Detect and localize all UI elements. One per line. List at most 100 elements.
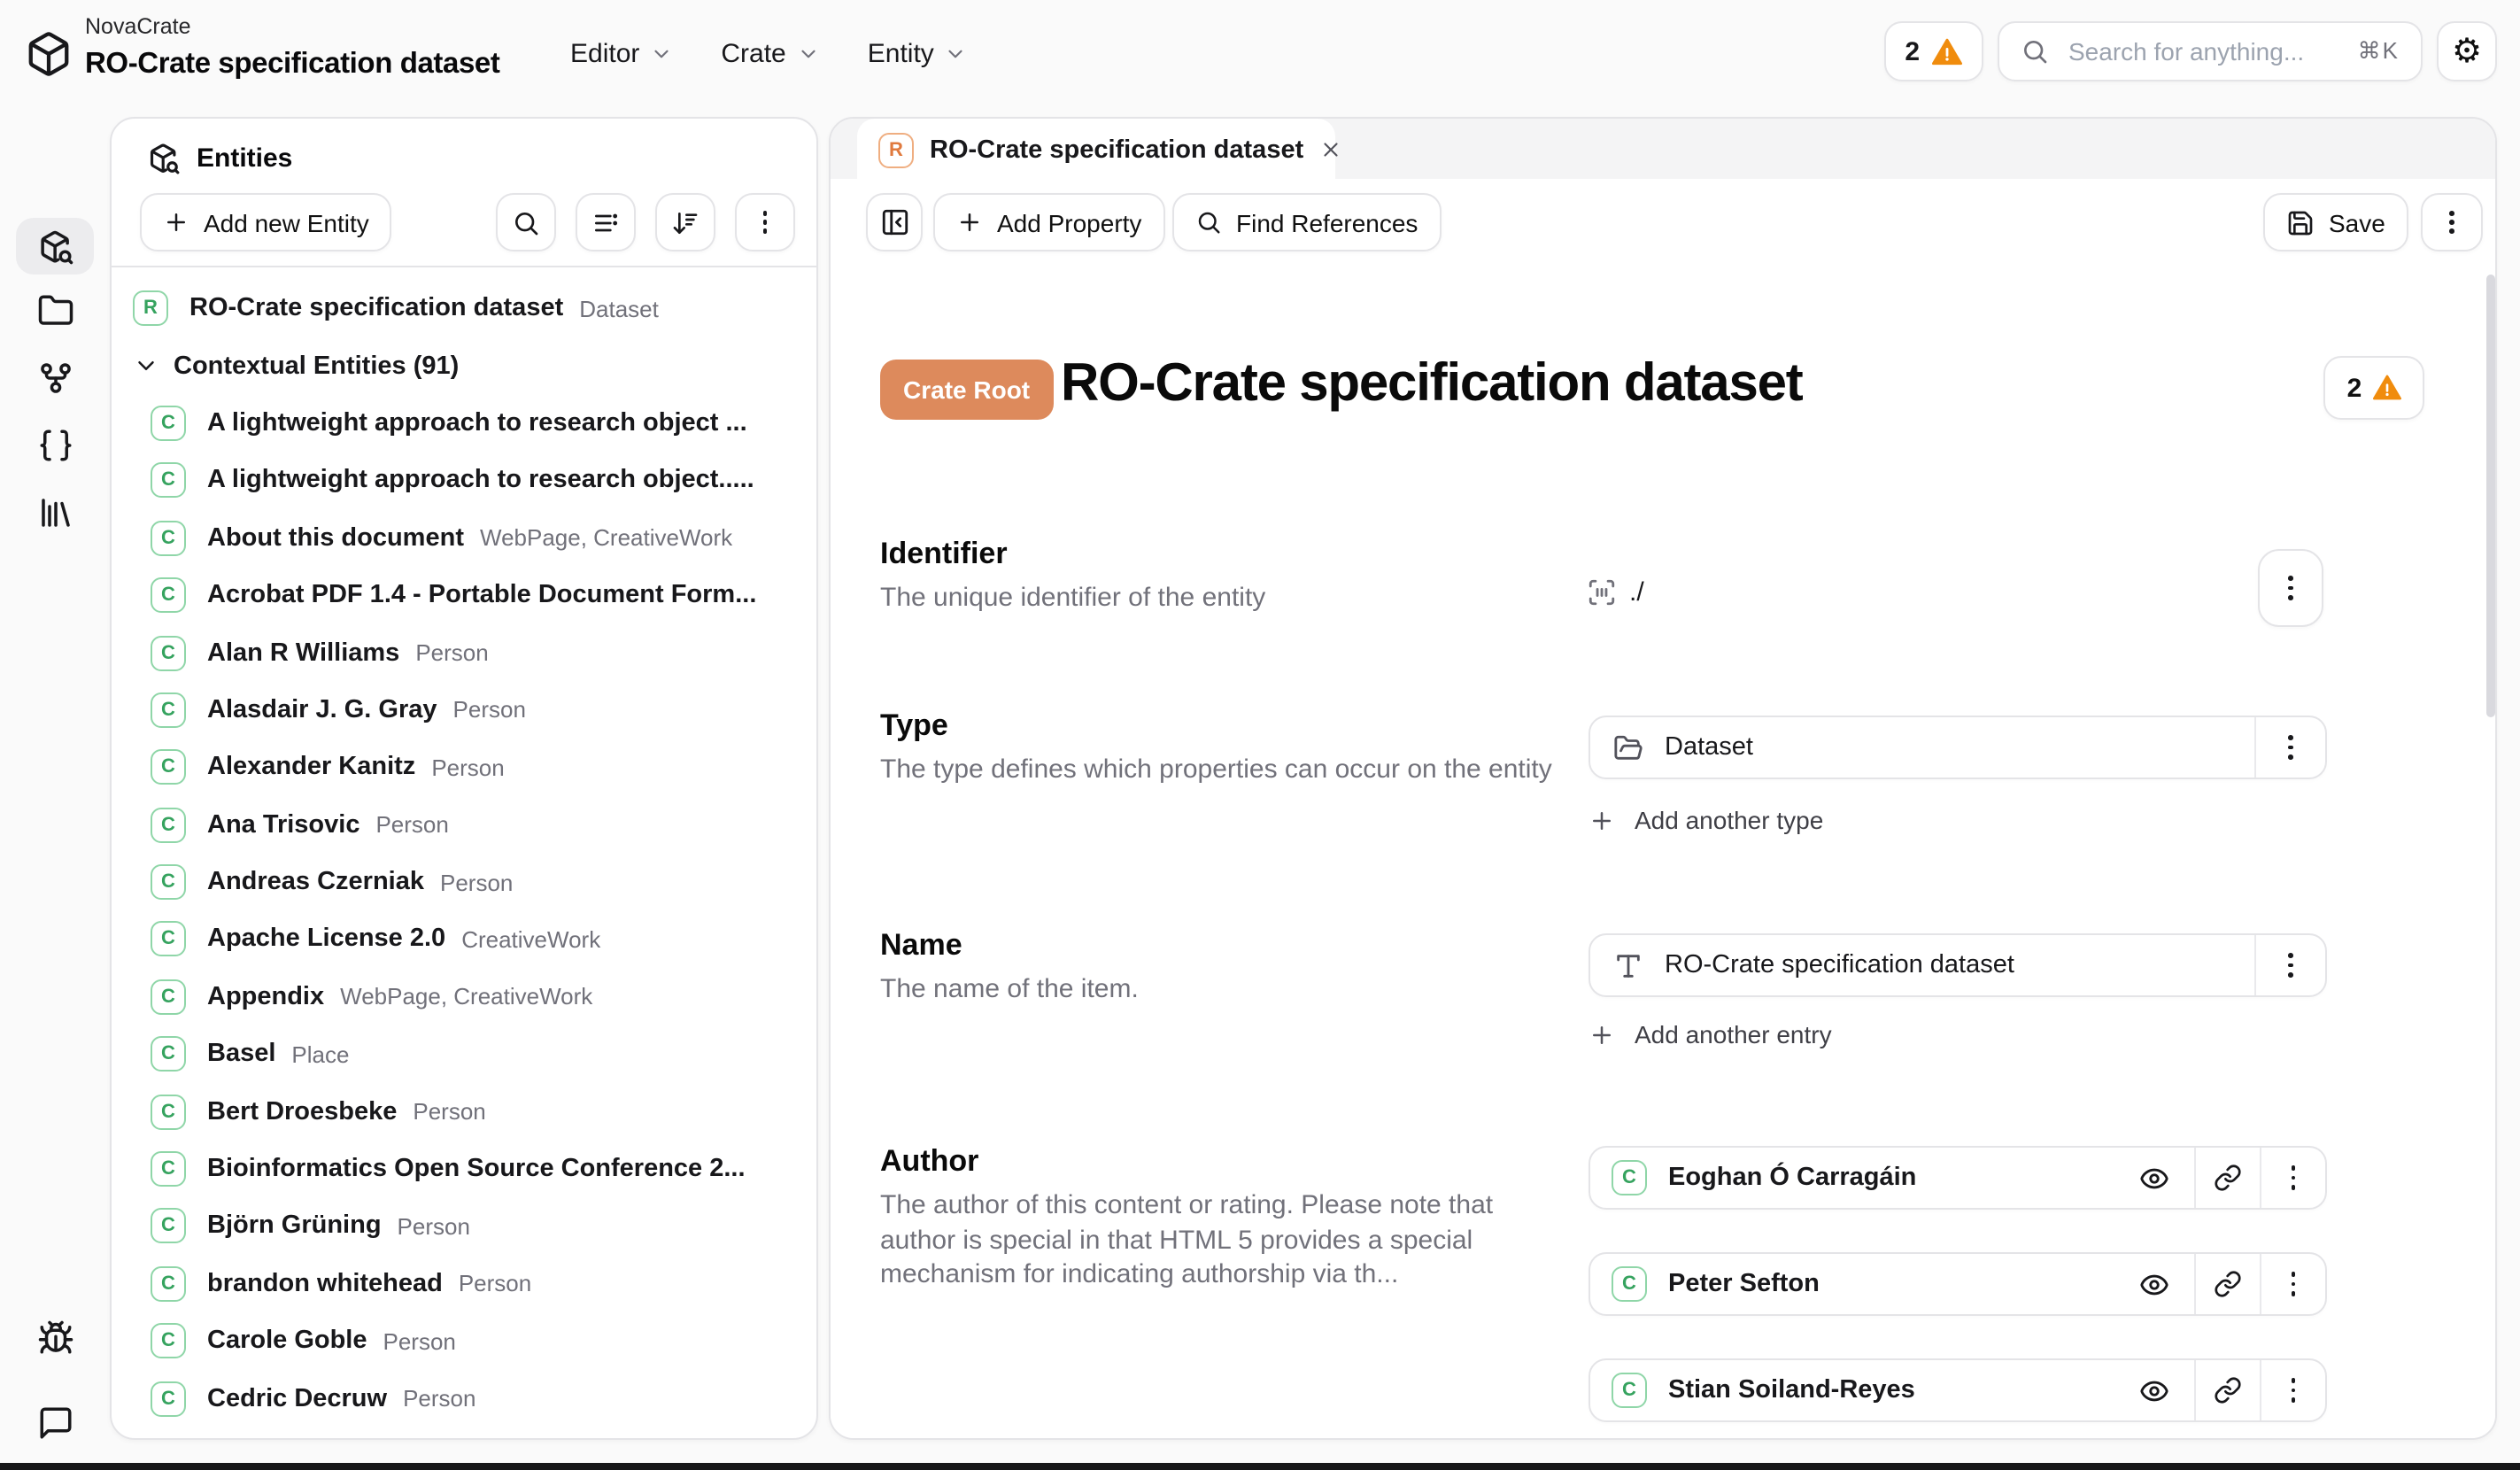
global-search[interactable]: ⌘K [1998, 21, 2423, 81]
entity-row[interactable]: C Ana Trisovic Person [112, 796, 816, 854]
type-description: The type defines which properties can oc… [880, 753, 1560, 787]
entity-types: Dataset [579, 295, 659, 321]
author-link-button[interactable] [2196, 1254, 2260, 1314]
entity-name: Acrobat PDF 1.4 - Portable Document Form… [207, 581, 756, 609]
link-icon [2214, 1270, 2242, 1298]
entity-row[interactable]: C Carole Goble Person [112, 1312, 816, 1370]
add-another-type-button[interactable]: Add another type [1589, 804, 1823, 836]
editor-more-button[interactable] [2421, 193, 2483, 251]
eye-icon[interactable] [2139, 1163, 2169, 1193]
name-more-button[interactable] [2256, 935, 2325, 995]
entity-name: RO-Crate specification dataset [189, 294, 563, 322]
author-name: Stian Soiland-Reyes [1668, 1376, 2139, 1404]
save-button[interactable]: Save [2263, 193, 2408, 251]
rail-item-files[interactable] [16, 282, 94, 338]
rail-item-feedback[interactable] [16, 1394, 94, 1451]
entity-row[interactable]: C Acrobat PDF 1.4 - Portable Document Fo… [112, 567, 816, 624]
editor-scrollbar[interactable] [2486, 275, 2495, 717]
author-more-button[interactable] [2261, 1254, 2325, 1314]
menu-entity[interactable]: Entity [868, 39, 968, 69]
name-value-box[interactable]: RO-Crate specification dataset [1589, 933, 2327, 997]
entity-row[interactable]: C Björn Grüning Person [112, 1198, 816, 1256]
entity-row[interactable]: C Apache License 2.0 CreativeWork [112, 911, 816, 969]
search-icon [512, 208, 540, 236]
header-warnings-button[interactable]: 2 [1883, 21, 1983, 81]
settings-button[interactable]: ⚙ [2437, 21, 2497, 81]
entity-row[interactable]: C Andreas Czerniak Person [112, 854, 816, 911]
rail-item-debug[interactable] [16, 1309, 94, 1366]
search-input[interactable] [2065, 35, 2342, 67]
kebab-icon [2288, 735, 2293, 759]
entity-name: Apache License 2.0 [207, 925, 445, 954]
entities-more-button[interactable] [735, 193, 795, 251]
find-references-button[interactable]: Find References [1172, 193, 1441, 251]
author-more-button[interactable] [2261, 1148, 2325, 1208]
identifier-label: Identifier [880, 537, 1008, 572]
entity-row[interactable]: C Appendix WebPage, CreativeWork [112, 968, 816, 1025]
close-icon[interactable] [1319, 138, 1342, 161]
collapse-sidebar-button[interactable] [866, 193, 923, 251]
entity-row[interactable]: C A lightweight approach to research obj… [112, 452, 816, 509]
entities-sort-button[interactable] [655, 193, 715, 251]
plus-icon [1589, 1021, 1615, 1048]
entity-row[interactable]: C Alexander Kanitz Person [112, 739, 816, 796]
author-name: Peter Sefton [1668, 1270, 2139, 1298]
entity-name: brandon whitehead [207, 1270, 443, 1298]
eye-icon[interactable] [2139, 1375, 2169, 1405]
rail-item-entity-explorer[interactable] [16, 218, 94, 275]
entities-search-button[interactable] [496, 193, 556, 251]
entity-type-badge: R [878, 132, 914, 167]
entity-row[interactable]: C Changelog WebPage, CreativeWork [112, 1427, 816, 1438]
library-icon [36, 493, 73, 530]
entity-row[interactable]: C Basel Place [112, 1025, 816, 1083]
type-label: Type [880, 708, 948, 744]
entity-row[interactable]: C Bert Droesbeke Person [112, 1083, 816, 1141]
eye-icon[interactable] [2139, 1269, 2169, 1299]
entity-type-badge: C [151, 1209, 186, 1244]
entity-name: Andreas Czerniak [207, 868, 424, 896]
entity-row[interactable]: R RO-Crate specification dataset Dataset [112, 280, 816, 337]
entity-warnings-button[interactable]: 2 [2323, 356, 2424, 420]
entity-types: WebPage, CreativeWork [340, 984, 592, 1010]
entity-row[interactable]: C Bioinformatics Open Source Conference … [112, 1141, 816, 1198]
add-new-entity-button[interactable]: Add new Entity [140, 193, 392, 251]
kebab-icon [2288, 953, 2293, 977]
entity-row[interactable]: C About this document WebPage, CreativeW… [112, 509, 816, 567]
rail-item-library[interactable] [16, 484, 94, 540]
author-reference-box[interactable]: C Stian Soiland-Reyes [1589, 1358, 2327, 1422]
author-link-button[interactable] [2196, 1360, 2260, 1420]
warning-icon [1932, 36, 1962, 66]
entity-title: RO-Crate specification dataset [1061, 354, 1803, 414]
folder-open-icon [1613, 732, 1643, 762]
crate-title: RO-Crate specification dataset [85, 49, 499, 78]
menu-crate[interactable]: Crate [721, 39, 819, 69]
entity-row[interactable]: C Alasdair J. G. Gray Person [112, 681, 816, 739]
author-link-button[interactable] [2196, 1148, 2260, 1208]
identifier-more-button[interactable] [2258, 549, 2323, 627]
bug-icon [36, 1319, 73, 1356]
entity-row[interactable]: Contextual Entities (91) [112, 337, 816, 395]
author-reference-box[interactable]: C Eoghan Ó Carragáin [1589, 1146, 2327, 1210]
entity-types: Person [403, 1385, 475, 1412]
menu-editor[interactable]: Editor [570, 39, 673, 69]
add-another-entry-button[interactable]: Add another entry [1589, 1018, 1832, 1050]
entity-row[interactable]: C brandon whitehead Person [112, 1255, 816, 1312]
rail-item-graph[interactable] [16, 349, 94, 406]
type-value-box[interactable]: Dataset [1589, 716, 2327, 779]
entity-name: Bert Droesbeke [207, 1097, 397, 1126]
entity-type-badge: C [151, 864, 186, 900]
type-more-button[interactable] [2256, 717, 2325, 778]
tab-ro-crate-dataset[interactable]: R RO-Crate specification dataset [857, 119, 1335, 181]
add-property-button[interactable]: Add Property [933, 193, 1164, 251]
entity-type-badge: C [151, 807, 186, 842]
author-reference-box[interactable]: C Peter Sefton [1589, 1252, 2327, 1316]
entities-filter-button[interactable] [576, 193, 636, 251]
entity-row[interactable]: C Alan R Williams Person [112, 624, 816, 682]
rail-item-json-editor[interactable] [16, 416, 94, 473]
link-icon [2214, 1376, 2242, 1404]
kebab-icon [2291, 1378, 2296, 1402]
entity-row[interactable]: C A lightweight approach to research obj… [112, 395, 816, 453]
author-more-button[interactable] [2261, 1360, 2325, 1420]
entity-row[interactable]: C Cedric Decruw Person [112, 1370, 816, 1427]
kebab-icon [2291, 1165, 2296, 1189]
